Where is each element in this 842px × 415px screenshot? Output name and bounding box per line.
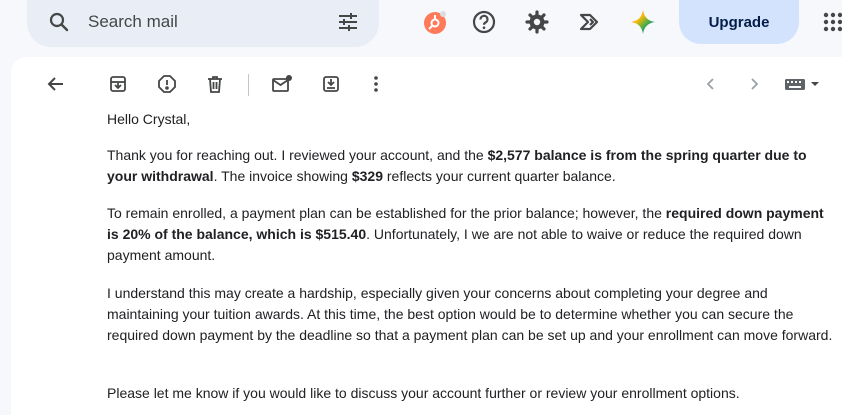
newer-chevron-left-icon[interactable]	[700, 73, 722, 95]
report-spam-icon[interactable]	[156, 73, 178, 95]
paragraph-text: To remain enrolled, a payment plan can b…	[107, 205, 666, 221]
search-input[interactable]: Search mail	[88, 12, 178, 32]
apps-grid-icon[interactable]	[822, 11, 842, 33]
older-chevron-right-icon[interactable]	[743, 73, 765, 95]
help-icon[interactable]	[471, 9, 497, 35]
paragraph-text: reflects your current quarter balance.	[383, 168, 616, 184]
email-paragraph-2: To remain enrolled, a payment plan can b…	[107, 203, 837, 266]
search-bar[interactable]: Search mail	[27, 0, 379, 47]
more-options-icon[interactable]	[365, 73, 387, 95]
settings-gear-icon[interactable]	[524, 9, 550, 35]
snooze-move-icon[interactable]	[320, 73, 342, 95]
paragraph-text: . The invoice showing	[213, 168, 352, 184]
archive-icon[interactable]	[107, 73, 129, 95]
input-tools-keyboard-icon[interactable]	[783, 73, 823, 95]
delete-trash-icon[interactable]	[204, 73, 226, 95]
email-paragraph-3: I understand this may create a hardship,…	[107, 285, 833, 343]
toolbar-divider	[248, 74, 249, 96]
gemini-extension-icon[interactable]	[577, 9, 603, 35]
hubspot-icon[interactable]	[423, 9, 449, 35]
search-options-icon[interactable]	[336, 10, 360, 34]
paragraph-text: Thank you for reaching out. I reviewed y…	[107, 147, 488, 163]
message-toolbar	[11, 57, 842, 111]
gemini-sparkle-icon[interactable]	[630, 9, 656, 35]
upgrade-button[interactable]: Upgrade	[679, 0, 799, 44]
message-panel: Hello Crystal, Thank you for reaching ou…	[11, 57, 842, 415]
email-greeting: Hello Crystal,	[107, 111, 191, 127]
mark-unread-icon[interactable]	[271, 73, 293, 95]
paragraph-bold-text: $329	[351, 168, 383, 184]
email-paragraph-4: Please let me know if you would like to …	[107, 385, 740, 401]
top-bar: Search mail Upgrade	[0, 0, 842, 56]
search-icon[interactable]	[47, 10, 71, 34]
email-paragraph-1: Thank you for reaching out. I reviewed y…	[107, 145, 837, 187]
back-arrow-icon[interactable]	[45, 73, 67, 95]
